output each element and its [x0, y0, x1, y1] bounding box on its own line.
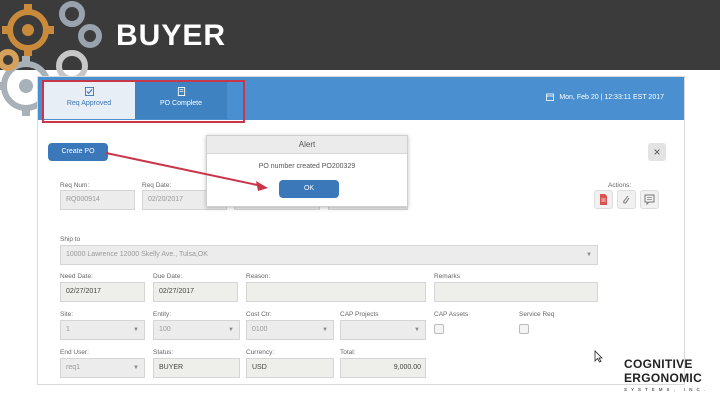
close-button[interactable]: × [648, 143, 666, 161]
actions-label: Actions: [608, 182, 632, 189]
slide: BUYER Req Approved PO Complete Mon, Feb … [0, 0, 720, 405]
tabs-highlight-box [42, 80, 245, 123]
chevron-down-icon: ▼ [322, 327, 328, 333]
req-date-label: Req Date: [142, 182, 172, 189]
cost-ctr-select[interactable]: 0100 ▼ [246, 320, 334, 340]
currency-field[interactable]: USD [246, 358, 334, 378]
site-value: 1 [66, 326, 70, 333]
chevron-down-icon: ▼ [133, 327, 139, 333]
cost-ctr-value: 0100 [252, 326, 268, 333]
service-req-checkbox[interactable] [519, 324, 529, 334]
cost-ctr-label: Cost Ctr: [246, 311, 272, 318]
end-user-value: req1 [66, 364, 81, 371]
alert-title: Alert [207, 136, 407, 154]
service-req-label: Service Req [519, 311, 555, 318]
mouse-cursor-icon [594, 350, 603, 363]
company-logo: COGNITIVE ERGONOMIC SYSTEMS, INC. [620, 355, 715, 400]
end-user-label: End User: [60, 349, 89, 356]
req-num-field[interactable]: RQ000914 [60, 190, 135, 210]
remarks-field[interactable] [434, 282, 598, 302]
site-label: Site: [60, 311, 74, 318]
total-label: Total: [340, 349, 356, 356]
comment-button[interactable] [640, 190, 659, 209]
site-select[interactable]: 1 ▼ [60, 320, 145, 340]
chevron-down-icon: ▼ [414, 327, 420, 333]
due-date-label: Due Date: [153, 273, 183, 280]
currency-label: Currency: [246, 349, 275, 356]
entity-label: Entity: [153, 311, 172, 318]
calendar-icon [546, 93, 555, 101]
pdf-icon [600, 194, 607, 205]
datetime-display: Mon, Feb 20 | 12:33:11 EST 2017 [546, 93, 664, 101]
chevron-down-icon: ▼ [228, 327, 234, 333]
reason-label: Reason: [246, 273, 271, 280]
logo-line-1: COGNITIVE [624, 357, 693, 371]
end-user-select[interactable]: req1 ▼ [60, 358, 145, 378]
need-date-field[interactable]: 02/27/2017 [60, 282, 145, 302]
cap-projects-label: CAP Projects [340, 311, 379, 318]
chevron-down-icon: ▼ [133, 365, 139, 371]
status-label: Status: [153, 349, 174, 356]
attach-button[interactable] [617, 190, 636, 209]
cap-projects-select[interactable]: ▼ [340, 320, 426, 340]
datetime-text: Mon, Feb 20 | 12:33:11 EST 2017 [559, 93, 664, 101]
paperclip-icon [623, 195, 630, 204]
alert-ok-button[interactable]: OK [279, 180, 339, 198]
ship-to-value: 10000 Lawrence 12000 Skelly Ave., Tulsa,… [66, 251, 208, 258]
cap-assets-checkbox[interactable] [434, 324, 444, 334]
logo-line-3: SYSTEMS, INC. [624, 387, 710, 392]
pdf-button[interactable] [594, 190, 613, 209]
ship-to-select[interactable]: 10000 Lawrence 12000 Skelly Ave., Tulsa,… [60, 245, 598, 265]
comment-icon [644, 194, 655, 206]
due-date-field[interactable]: 02/27/2017 [153, 282, 238, 302]
remarks-label: Remarks [434, 273, 461, 280]
need-date-label: Need Date: [60, 273, 93, 280]
reason-field[interactable] [246, 282, 426, 302]
logo-line-2: ERGONOMIC [624, 371, 703, 385]
total-field[interactable]: 9,000.00 [340, 358, 426, 378]
req-num-label: Req Num: [60, 182, 90, 189]
status-field[interactable]: BUYER [153, 358, 240, 378]
ship-to-label: Ship to [60, 236, 81, 243]
create-po-button[interactable]: Create PO [48, 143, 108, 161]
cap-assets-label: CAP Assets [434, 311, 469, 318]
chevron-down-icon: ▼ [586, 252, 592, 258]
alert-message: PO number created PO200329 [258, 163, 356, 170]
slide-title: BUYER [116, 19, 227, 52]
alert-dialog: Alert PO number created PO200329 OK [206, 135, 408, 207]
entity-value: 100 [159, 326, 171, 333]
entity-select[interactable]: 100 ▼ [153, 320, 240, 340]
